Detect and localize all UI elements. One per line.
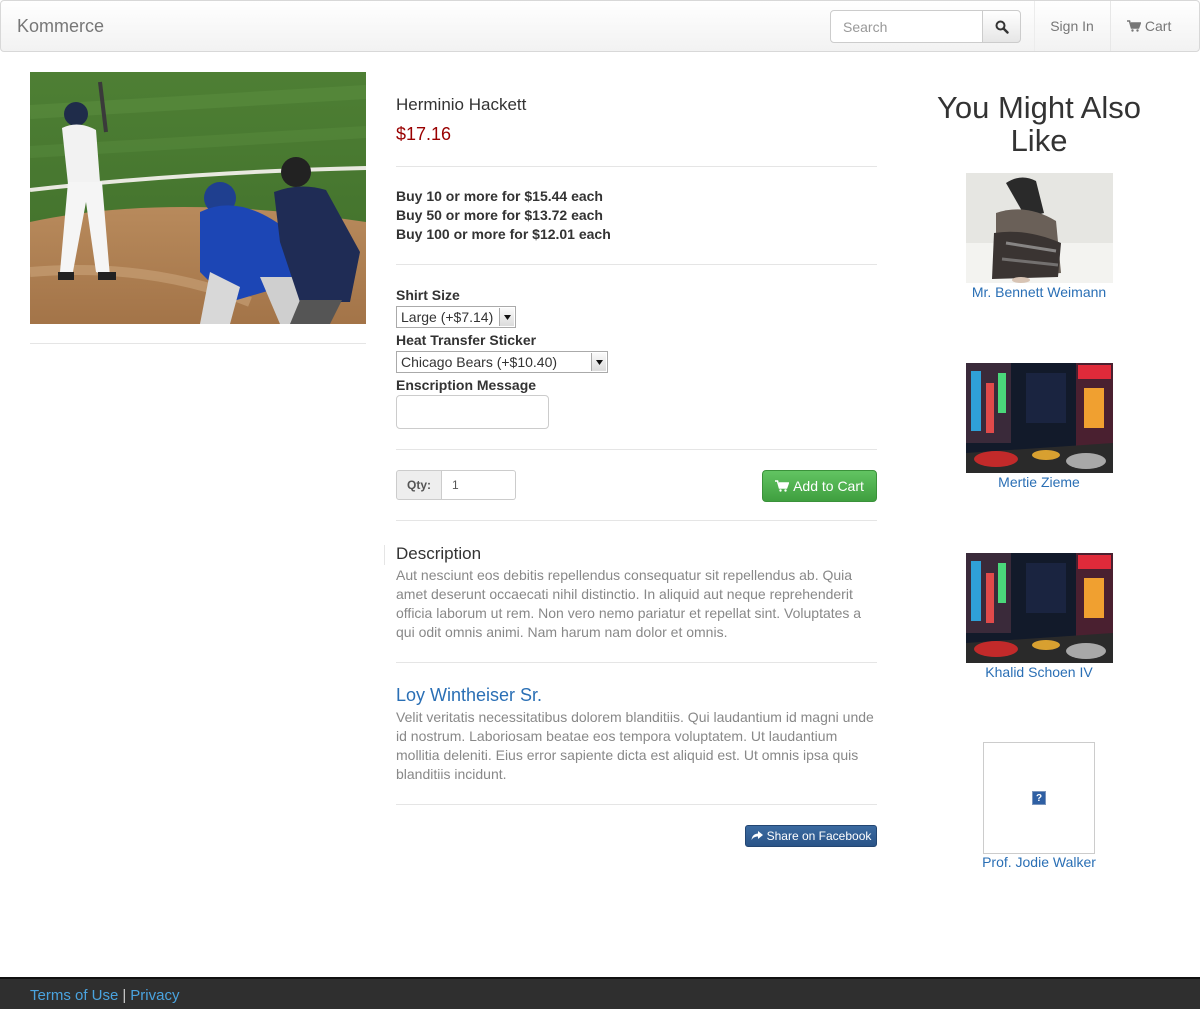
terms-link[interactable]: Terms of Use [30, 987, 118, 1004]
divider [396, 166, 877, 167]
product-name: Herminio Hackett [396, 95, 527, 114]
recommendations-heading: You Might Also Like [937, 90, 1141, 158]
search-input[interactable] [830, 10, 983, 43]
footer: Terms of Use | Privacy [0, 977, 1200, 1009]
recommendation-item[interactable]: Khalid Schoen IV [920, 553, 1158, 681]
chevron-down-icon [591, 353, 606, 371]
review-author-link[interactable]: Loy Wintheiser Sr. [396, 685, 542, 706]
shirt-size-select[interactable]: Large (+$7.14) [396, 306, 516, 328]
cart-link[interactable]: Cart [1110, 1, 1200, 51]
bulk-price-tier: Buy 50 or more for $13.72 each [396, 207, 603, 223]
shirt-size-label: Shirt Size [396, 287, 460, 303]
search-button[interactable] [982, 10, 1021, 43]
recommendation-image[interactable]: ? [983, 742, 1095, 854]
cart-icon [775, 480, 790, 492]
qty-input[interactable] [442, 470, 516, 500]
message-label: Enscription Message [396, 377, 537, 393]
sticker-select[interactable]: Chicago Bears (+$10.40) [396, 351, 608, 373]
recommendation-link[interactable]: Prof. Jodie Walker [920, 854, 1158, 871]
cart-label: Cart [1144, 18, 1172, 34]
divider [30, 343, 366, 344]
quantity-group: Qty: [396, 470, 516, 500]
share-facebook-button[interactable]: Share on Facebook [745, 825, 877, 847]
sticker-label: Heat Transfer Sticker [396, 332, 537, 348]
share-icon [751, 831, 763, 840]
recommendation-link[interactable]: Khalid Schoen IV [920, 664, 1158, 681]
recommendation-item[interactable]: ? Prof. Jodie Walker [920, 742, 1158, 871]
share-facebook-label: Share on Facebook [766, 829, 872, 843]
add-to-cart-button[interactable]: Add to Cart [762, 470, 877, 502]
search-icon [995, 20, 1009, 34]
navbar: Kommerce Sign In Cart [0, 0, 1200, 52]
product-image [30, 72, 366, 324]
qty-label: Qty: [396, 470, 442, 500]
cart-icon [1127, 20, 1142, 32]
sticker-value: Chicago Bears (+$10.40) [401, 354, 558, 370]
recommendation-item[interactable]: Mertie Zieme [920, 363, 1158, 491]
add-to-cart-label: Add to Cart [793, 478, 864, 494]
sign-in-link[interactable]: Sign In [1035, 1, 1109, 51]
recommendation-image[interactable] [965, 173, 1113, 283]
divider [396, 264, 877, 265]
divider [396, 449, 877, 450]
divider [396, 662, 877, 663]
footer-separator: | [122, 987, 127, 1004]
description-text: Aut nesciunt eos debitis repellendus con… [396, 567, 862, 640]
divider [396, 804, 877, 805]
product-price: $17.16 [396, 124, 452, 144]
brand-link[interactable]: Kommerce [17, 16, 104, 37]
divider [384, 545, 385, 565]
recommendation-link[interactable]: Mr. Bennett Weimann [920, 284, 1158, 301]
message-input[interactable] [396, 395, 549, 429]
recommendation-image[interactable] [965, 553, 1113, 663]
divider [396, 520, 877, 521]
bulk-price-tier: Buy 100 or more for $12.01 each [396, 226, 611, 242]
recommendation-link[interactable]: Mertie Zieme [920, 474, 1158, 491]
privacy-link[interactable]: Privacy [130, 987, 179, 1004]
chevron-down-icon [499, 308, 514, 326]
broken-image-icon: ? [1032, 791, 1046, 805]
recommendation-image[interactable] [965, 363, 1113, 473]
shirt-size-value: Large (+$7.14) [401, 309, 494, 325]
footer-links: Terms of Use | Privacy [30, 987, 179, 1004]
description-title: Description [396, 544, 482, 563]
recommendation-item[interactable]: Mr. Bennett Weimann [920, 173, 1158, 301]
bulk-price-tier: Buy 10 or more for $15.44 each [396, 188, 603, 204]
review-text: Velit veritatis necessitatibus dolorem b… [396, 709, 874, 782]
